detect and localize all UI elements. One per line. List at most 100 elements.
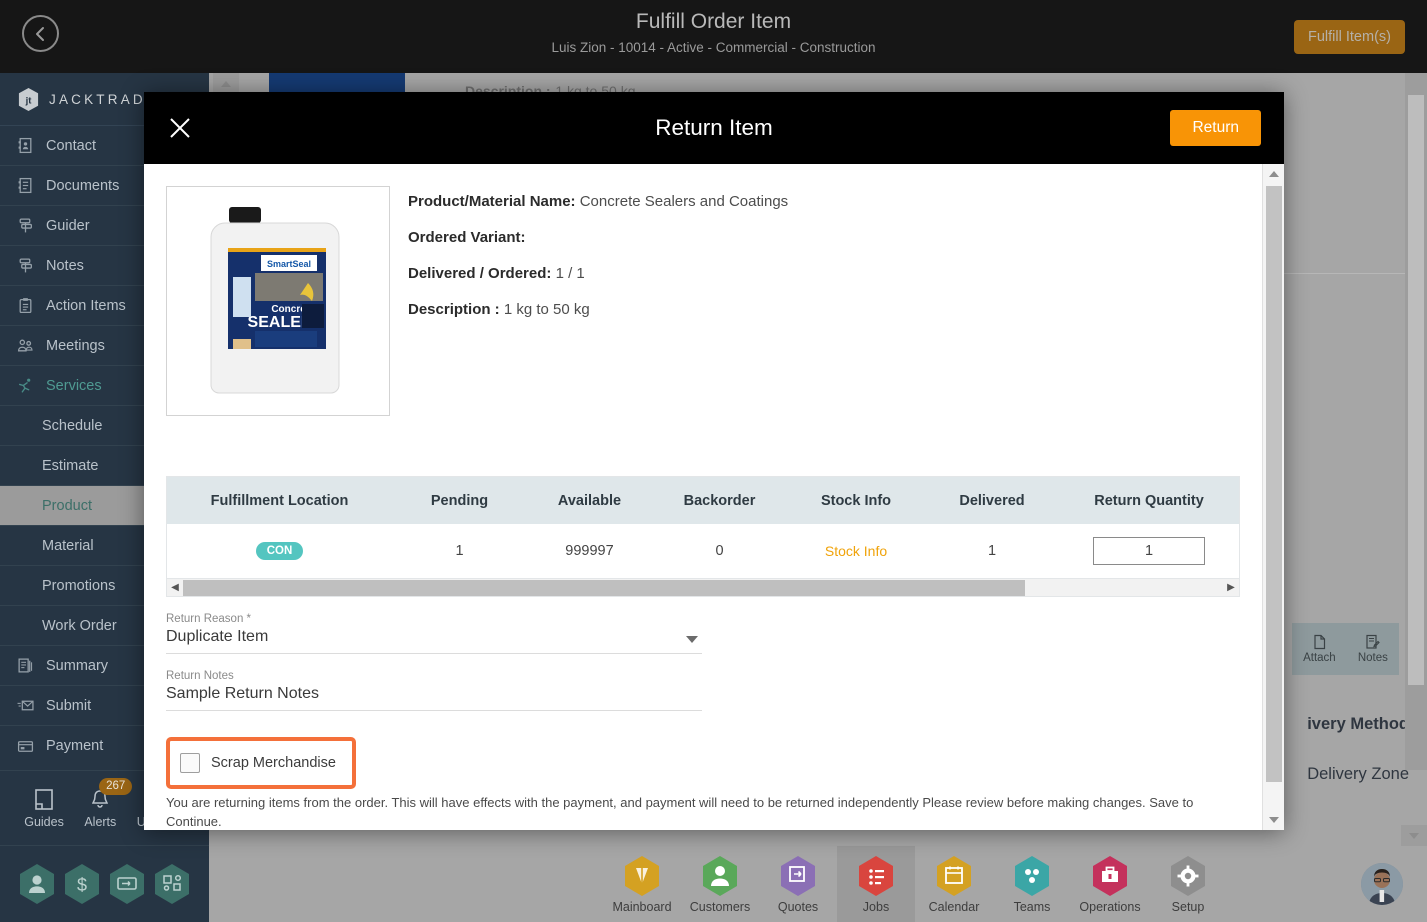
scrap-merchandise-checkbox[interactable]	[180, 753, 200, 773]
sidebar-item-label: Meetings	[46, 337, 105, 354]
jacktrade-logo-icon: jt	[18, 87, 39, 111]
payment-card-icon	[17, 740, 34, 752]
bottom-nav-label: Jobs	[862, 900, 890, 914]
setup-gear-icon	[1171, 856, 1205, 896]
return-reason-field[interactable]: Return Reason * Duplicate Item	[166, 613, 702, 654]
modal-scrollbar-thumb[interactable]	[1266, 186, 1282, 782]
mainboard-icon	[625, 856, 659, 896]
product-image: SmartSeal Concrete SEALER	[166, 186, 390, 416]
meetings-icon	[17, 339, 33, 352]
location-badge[interactable]: CON	[255, 542, 304, 560]
sidebar-item-label: Product	[42, 497, 92, 514]
product-meta: Product/Material Name: Concrete Sealers …	[408, 186, 788, 416]
page-title: Fulfill Order Item	[635, 10, 792, 33]
notes-icon	[19, 258, 32, 273]
fulfill-items-button[interactable]: Fulfill Item(s)	[1294, 20, 1405, 54]
hscroll-thumb[interactable]	[183, 579, 1026, 596]
quotes-icon	[781, 856, 815, 896]
documents-icon	[18, 177, 32, 194]
bottom-nav-label: Mainboard	[612, 900, 672, 914]
return-button[interactable]: Return	[1170, 110, 1261, 146]
return-notes-field[interactable]: Return Notes Sample Return Notes	[166, 670, 702, 711]
sidebar-hex-tools: $	[0, 845, 209, 922]
bottom-nav-customers[interactable]: Customers	[681, 846, 759, 922]
top-header-bar: Fulfill Order Item Luis Zion - 10014 - A…	[0, 0, 1427, 73]
bg-scrollbar-thumb[interactable]	[1408, 95, 1424, 685]
bg-notes-button[interactable]: Notes	[1358, 634, 1388, 664]
return-reason-value[interactable]: Duplicate Item	[166, 628, 702, 654]
sidebar-tool-label: Alerts	[84, 814, 117, 829]
bottom-nav-quotes[interactable]: Quotes	[759, 846, 837, 922]
alerts-count-badge: 267	[99, 777, 133, 795]
dollar-hex-icon[interactable]: $	[63, 863, 101, 905]
bottom-nav-mainboard[interactable]: Mainboard	[603, 846, 681, 922]
bg-delivery-zone-text: Delivery Zone	[1307, 765, 1409, 783]
bg-scroll-down-button[interactable]	[1401, 825, 1427, 846]
table-row: CON 1 999997 0 Stock Info 1	[167, 524, 1239, 578]
table-body: CON 1 999997 0 Stock Info 1	[167, 524, 1239, 578]
hscroll-track[interactable]	[183, 579, 1223, 596]
return-notes-label: Return Notes	[166, 670, 234, 682]
col-fulfillment-location: Fulfillment Location	[167, 477, 392, 524]
modal-title: Return Item	[655, 115, 773, 140]
sidebar-item-label: Notes	[46, 257, 84, 274]
bottom-nav-label: Teams	[1013, 900, 1051, 914]
modal-vertical-scrollbar[interactable]	[1262, 164, 1284, 830]
bg-attach-button[interactable]: Attach	[1303, 634, 1336, 664]
sidebar-item-label: Promotions	[42, 577, 116, 594]
sidebar-item-label: Material	[42, 537, 94, 554]
sidebar-item-label: Work Order	[42, 617, 117, 634]
bg-panel-label: Notes	[1357, 652, 1388, 664]
chevron-down-icon[interactable]	[686, 636, 698, 643]
workflow-hex-icon[interactable]	[153, 863, 191, 905]
fulfillment-table: Fulfillment Location Pending Available B…	[167, 477, 1239, 578]
product-name-label: Product/Material Name:	[408, 193, 576, 210]
modal-scroll-up-button[interactable]	[1263, 164, 1284, 184]
avatar[interactable]	[1361, 863, 1403, 905]
bottom-nav-jobs[interactable]: Jobs	[837, 846, 915, 922]
hscroll-left-arrow[interactable]: ◀	[167, 582, 183, 593]
sidebar-tool-label: Guides	[24, 814, 64, 829]
sidebar-item-label: Estimate	[42, 457, 99, 474]
ordered-variant-line: Ordered Variant:	[408, 228, 788, 248]
delivered-ordered-label: Delivered / Ordered:	[408, 265, 552, 282]
bg-vertical-scrollbar[interactable]	[1405, 73, 1427, 770]
scrap-merchandise-label: Scrap Merchandise	[211, 755, 336, 771]
contact-book-icon	[18, 137, 32, 154]
bottom-nav-label: Quotes	[777, 900, 819, 914]
cell-delivered: 1	[925, 524, 1059, 578]
sidebar-item-label: Submit	[46, 697, 92, 714]
summary-icon	[18, 658, 33, 673]
sidebar-tool-guides[interactable]: Guides	[24, 788, 64, 829]
jobs-icon	[859, 856, 893, 896]
bottom-nav-items: Mainboard Customers Quotes Jobs Calendar	[603, 846, 1227, 922]
svg-text:$: $	[77, 875, 87, 895]
bottom-nav-calendar[interactable]: Calendar	[915, 846, 993, 922]
bottom-nav-operations[interactable]: Operations	[1071, 846, 1149, 922]
bg-delivery-method-text: ivery Method	[1307, 715, 1409, 733]
return-warning-text: You are returning items from the order. …	[166, 795, 1194, 829]
money-transfer-hex-icon[interactable]	[108, 863, 146, 905]
delivered-ordered-line: Delivered / Ordered: 1 / 1	[408, 264, 788, 284]
services-icon	[18, 378, 31, 393]
product-name-value: Concrete Sealers and Coatings	[579, 193, 789, 210]
close-button[interactable]	[164, 112, 196, 144]
svg-text:jt: jt	[25, 95, 33, 106]
description-label: Description :	[408, 301, 500, 318]
bg-scroll-up-button[interactable]	[213, 73, 239, 94]
return-quantity-input[interactable]	[1093, 537, 1205, 565]
person-hex-icon[interactable]	[18, 863, 56, 905]
brand-name: JACKTRADE	[49, 91, 159, 107]
stock-info-link[interactable]: Stock Info	[825, 543, 887, 559]
bottom-nav-label: Setup	[1171, 900, 1205, 914]
bottom-nav-label: Calendar	[928, 900, 980, 914]
bottom-nav-setup[interactable]: Setup	[1149, 846, 1227, 922]
sidebar-tool-alerts[interactable]: 267 Alerts	[84, 777, 133, 829]
bottom-nav-bar: Mainboard Customers Quotes Jobs Calendar	[209, 846, 1427, 922]
hscroll-right-arrow[interactable]: ▶	[1223, 582, 1239, 593]
bottom-nav-teams[interactable]: Teams	[993, 846, 1071, 922]
table-horizontal-scrollbar[interactable]: ◀ ▶	[166, 579, 1240, 597]
modal-scroll-down-button[interactable]	[1263, 810, 1284, 830]
col-return-quantity: Return Quantity	[1059, 477, 1239, 524]
return-notes-value[interactable]: Sample Return Notes	[166, 685, 702, 711]
